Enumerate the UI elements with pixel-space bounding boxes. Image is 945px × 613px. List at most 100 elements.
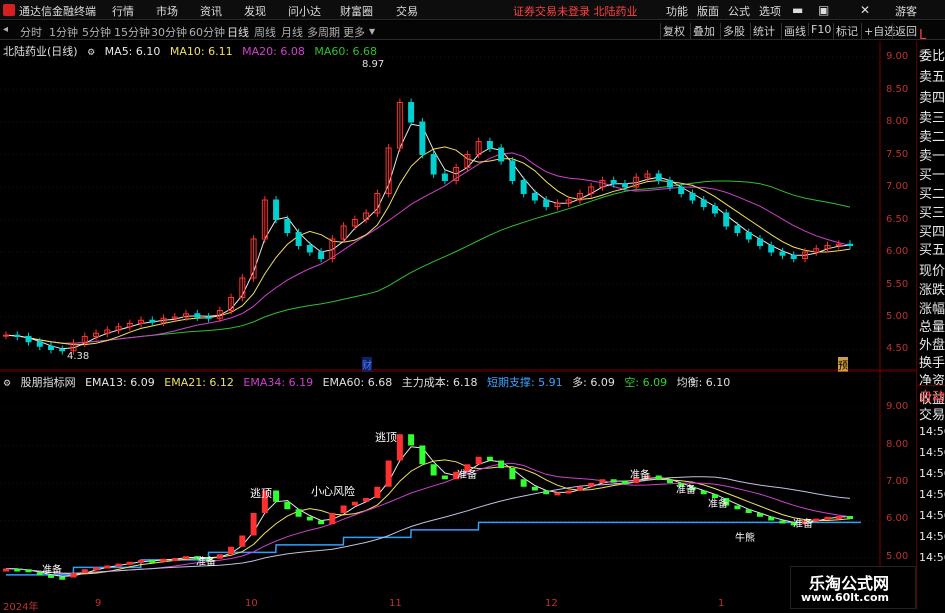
candle-body (194, 313, 201, 318)
main-kline-chart (0, 41, 916, 371)
signal-bar (284, 501, 291, 510)
candle-body (768, 245, 775, 253)
menu-item-shichang[interactable]: 市场 (156, 3, 178, 19)
menu-item-zixun[interactable]: 资讯 (200, 3, 222, 19)
tool-tongji[interactable]: 统计 (750, 23, 777, 39)
indicator-settings-icon[interactable]: ⚙ (3, 379, 11, 389)
tick-time: 14:56 (919, 467, 945, 480)
menu-item-faxian[interactable]: 发现 (244, 3, 266, 19)
candle-body (734, 225, 741, 233)
period-multi[interactable]: 多周期 (307, 24, 340, 40)
candle-body (318, 251, 325, 259)
tool-f10[interactable]: F10 (808, 23, 833, 36)
menu-item-banmian[interactable]: 版面 (697, 3, 719, 19)
quote-side-panel[interactable]: L 委比 卖五 卖四 卖三 卖二 卖一 买一 买二 买三 买四 买五 现价 涨跌… (916, 28, 945, 609)
period-60min[interactable]: 60分钟 (189, 24, 225, 40)
signal-zhunbei: 准备 (793, 519, 813, 530)
ema13-label: EMA13: 6.09 (85, 376, 155, 389)
period-monthly[interactable]: 月线 (281, 24, 303, 40)
candle-body (419, 121, 426, 155)
signal-taoding: 逃顶 (250, 487, 272, 500)
tool-duogu[interactable]: 多股 (720, 23, 747, 39)
settings-icon[interactable]: ⚙ (87, 48, 95, 58)
menu-item-jiaoyi[interactable]: 交易 (396, 3, 418, 19)
candle-body (408, 102, 415, 123)
period-1min[interactable]: 1分钟 (49, 24, 78, 40)
close-icon[interactable]: ✕ (860, 3, 870, 17)
sub-indicator-chart (0, 371, 916, 597)
candle-body (36, 341, 43, 347)
period-weekly[interactable]: 周线 (254, 24, 276, 40)
signal-bar (14, 568, 21, 572)
main-chart-panel[interactable]: 北陆药业(日线) ⚙ MA5: 6.10 MA10: 6.11 MA20: 6.… (0, 41, 916, 372)
y-tick: 6.50 (886, 214, 909, 225)
candle-body (284, 219, 291, 233)
x-axis-label: 11 (389, 598, 402, 609)
short-support-label: 短期支撑: 5.91 (486, 376, 563, 389)
quote-field: 委比 (919, 49, 945, 64)
candle-body (678, 186, 685, 194)
signal-bar (104, 565, 111, 569)
menu-item-hangqing[interactable]: 行情 (112, 3, 134, 19)
menu-item-caifuquan[interactable]: 财富圈 (340, 3, 373, 19)
indicator-name[interactable]: 股朋指标网 (21, 376, 76, 389)
stock-label[interactable]: 北陆药业(日线) (3, 45, 78, 58)
signal-bar (363, 498, 370, 502)
signal-bar (149, 559, 156, 563)
signal-bar (543, 490, 550, 495)
period-15min[interactable]: 15分钟 (114, 24, 150, 40)
signal-bar (250, 513, 257, 536)
more-dropdown-icon[interactable]: ▼ (369, 27, 375, 36)
panel-tab-trade[interactable]: 交易 (919, 404, 945, 423)
signal-zhunbei: 准备 (196, 557, 216, 568)
tick-time: 14:56 (919, 509, 945, 522)
restore-icon[interactable]: ▣ (818, 3, 829, 17)
short-support-line (6, 521, 861, 576)
collapse-icon[interactable]: ◂ (3, 24, 8, 35)
period-fenshi[interactable]: 分时 (20, 24, 42, 40)
quote-field: 涨跌 (919, 283, 945, 298)
tool-diejia[interactable]: 叠加 (690, 23, 717, 39)
watermark-url: www.60lt.com (801, 591, 890, 604)
period-daily[interactable]: 日线 (227, 24, 249, 40)
event-caibao-icon[interactable]: 财 (362, 357, 372, 372)
tool-fuquan[interactable]: 复权 (660, 23, 687, 39)
user-label[interactable]: 游客 (895, 3, 917, 19)
period-5min[interactable]: 5分钟 (82, 24, 111, 40)
menu-item-wenxiaoda[interactable]: 问小达 (288, 3, 321, 19)
quote-field: 卖四 (919, 91, 945, 106)
ma20-label: MA20: 6.08 (242, 45, 305, 58)
tool-biaoji[interactable]: 标记 (833, 23, 860, 39)
signal-bar (126, 561, 133, 565)
signal-bar (374, 486, 381, 498)
tool-huaxian[interactable]: 画线 (781, 23, 808, 39)
low-price-label: 4.38 (67, 351, 90, 362)
trade-login-notice[interactable]: 证券交易未登录 北陆药业 (513, 3, 638, 19)
signal-zhunbei: 准备 (42, 565, 62, 576)
panel-l-label[interactable]: L (919, 28, 945, 43)
watermark-logo: 乐淘公式网 www.60lt.com (790, 566, 916, 609)
candle-body (3, 334, 9, 337)
menu-item-gongshi[interactable]: 公式 (728, 3, 750, 19)
signal-bar (59, 576, 66, 580)
signal-bar (408, 434, 415, 446)
sub-y-tick: 8.00 (886, 439, 909, 450)
menu-item-gongneng[interactable]: 功能 (666, 3, 688, 19)
period-more[interactable]: 更多 (343, 24, 365, 40)
tool-back[interactable]: 返回 (892, 23, 919, 39)
quote-field: 卖五 (919, 70, 945, 85)
signal-bar (475, 456, 482, 465)
candle-body (205, 316, 212, 319)
ema13-line (5, 446, 851, 577)
period-30min[interactable]: 30分钟 (151, 24, 187, 40)
sub-chart-panel[interactable]: ⚙ 股朋指标网 EMA13: 6.09 EMA21: 6.12 EMA34: 6… (0, 371, 916, 597)
signal-bar (520, 479, 527, 487)
menu-item-xuanxiang[interactable]: 选项 (759, 3, 781, 19)
panel-tab-auto[interactable]: 自动 (919, 386, 945, 405)
high-price-label: 8.97 (362, 59, 385, 70)
minimize-icon[interactable]: ▬ (792, 3, 803, 17)
candle-body (723, 212, 730, 227)
event-yugao-icon[interactable]: 预 (838, 357, 848, 372)
tick-time: 14:56 (919, 551, 945, 564)
candle-body (666, 180, 673, 188)
